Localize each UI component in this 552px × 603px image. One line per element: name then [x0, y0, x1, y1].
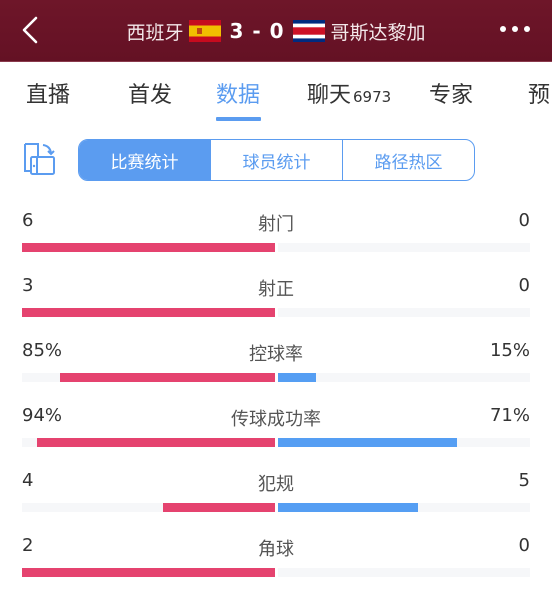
- home-bar: [22, 243, 275, 252]
- active-tab-indicator: [216, 117, 261, 121]
- away-bar: [278, 438, 457, 447]
- stat-row: 6 射门 0: [0, 206, 552, 271]
- away-bar-track: [278, 568, 530, 577]
- home-bar-track: [22, 308, 275, 317]
- stat-label: 控球率: [249, 344, 303, 365]
- away-value: 15%: [489, 340, 530, 361]
- stat-row: 3 射正 0: [0, 271, 552, 336]
- away-bar-track: [278, 308, 530, 317]
- stats-segmented-control: 比赛统计 球员统计 路径热区: [78, 139, 475, 181]
- home-bar: [37, 438, 275, 447]
- tab-label: 直播: [26, 83, 71, 108]
- tab-label: 预: [528, 83, 551, 108]
- home-bar: [22, 308, 275, 317]
- tab-data[interactable]: 数据: [216, 77, 260, 109]
- stat-label: 角球: [258, 539, 294, 560]
- home-bar-track: [22, 568, 275, 577]
- stat-row: 85% 控球率 15%: [0, 336, 552, 401]
- segment-player-stats[interactable]: 球员统计: [210, 140, 342, 180]
- stat-row: 94% 传球成功率 71%: [0, 401, 552, 466]
- stat-row: 4 犯规 5: [0, 466, 552, 531]
- more-dot-icon: [500, 26, 506, 32]
- tab-label: 数据: [216, 83, 261, 108]
- stat-label: 传球成功率: [231, 409, 321, 430]
- away-value: 0: [518, 210, 530, 231]
- match-score: 3 - 0: [229, 19, 285, 43]
- tab-experts[interactable]: 专家: [429, 77, 473, 109]
- more-options-button[interactable]: [500, 26, 530, 32]
- tab-bar: 直播 首发 数据 聊天 6973 专家 预: [0, 62, 552, 128]
- stat-label: 犯规: [258, 474, 294, 495]
- segment-match-stats[interactable]: 比赛统计: [79, 140, 210, 180]
- match-summary: 西班牙 3 - 0 哥斯达黎加: [0, 16, 552, 46]
- tab-label: 聊天: [307, 83, 352, 108]
- tab-lineup[interactable]: 首发: [128, 77, 172, 109]
- more-dot-icon: [512, 26, 518, 32]
- rotate-screen-icon: [24, 143, 55, 175]
- away-value: 0: [518, 535, 530, 556]
- home-bar-track: [22, 373, 275, 382]
- segment-heatmap[interactable]: 路径热区: [342, 140, 474, 180]
- away-bar-track: [278, 373, 530, 382]
- away-bar: [278, 373, 316, 382]
- away-value: 71%: [489, 405, 530, 426]
- tab-chat[interactable]: 聊天 6973: [307, 77, 391, 109]
- stat-label: 射正: [258, 279, 294, 300]
- home-bar: [22, 568, 275, 577]
- away-bar-track: [278, 503, 530, 512]
- tab-label: 首发: [128, 83, 173, 108]
- match-header: 西班牙 3 - 0 哥斯达黎加: [0, 0, 552, 62]
- stat-label: 射门: [258, 214, 294, 235]
- more-dot-icon: [524, 26, 530, 32]
- home-bar: [162, 503, 275, 512]
- away-bar-track: [278, 243, 530, 252]
- rotate-screen-button[interactable]: [22, 141, 56, 177]
- chat-count-badge: 6973: [353, 88, 392, 106]
- stats-list: 6 射门 0 3 射正 0 85% 控球率 15% 94% 传球成功率 71% 4 犯规 5 2 角球 0: [0, 206, 552, 596]
- tab-label: 专家: [429, 83, 474, 108]
- away-bar-track: [278, 438, 530, 447]
- home-bar-track: [22, 503, 275, 512]
- away-team-name: 哥斯达黎加: [330, 21, 426, 44]
- tab-prediction[interactable]: 预: [528, 77, 550, 109]
- home-bar: [59, 373, 275, 382]
- away-value: 0: [518, 275, 530, 296]
- tab-live[interactable]: 直播: [26, 77, 70, 109]
- away-value: 5: [518, 470, 530, 491]
- spain-flag-icon: [189, 20, 222, 42]
- costa-rica-flag-icon: [292, 20, 325, 42]
- home-team-name: 西班牙: [126, 21, 184, 44]
- home-bar-track: [22, 438, 275, 447]
- home-bar-track: [22, 243, 275, 252]
- away-bar: [278, 503, 419, 512]
- stat-row: 2 角球 0: [0, 531, 552, 596]
